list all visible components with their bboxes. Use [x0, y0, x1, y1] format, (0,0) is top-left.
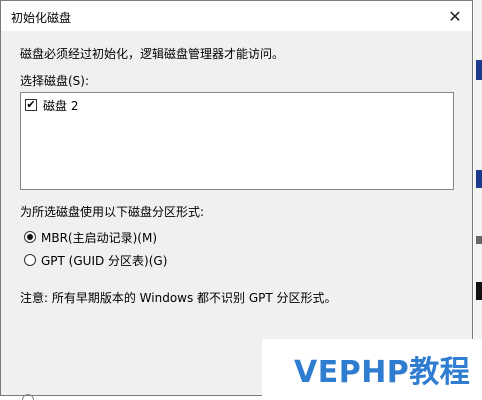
watermark: VEPHP教程 [262, 339, 482, 400]
gpt-option[interactable]: GPT (GUID 分区表)(G) [24, 252, 167, 268]
disk-label: 磁盘 2 [43, 98, 79, 113]
close-icon: ✕ [448, 6, 462, 26]
checkmark-icon: ✔ [26, 98, 36, 111]
background-window-bar [476, 282, 482, 300]
dialog-description: 磁盘必须经过初始化，逻辑磁盘管理器才能访问。 [20, 47, 285, 61]
watermark-text: VEPHP教程 [294, 355, 471, 390]
gpt-radio[interactable] [24, 254, 36, 266]
disk-checkbox[interactable]: ✔ [25, 99, 37, 111]
background-window-bar [476, 60, 482, 80]
gpt-label: GPT (GUID 分区表)(G) [41, 253, 168, 268]
hidden-button-edge [22, 394, 34, 400]
background-window-bar [476, 236, 482, 244]
partition-style-label: 为所选磁盘使用以下磁盘分区形式: [20, 205, 205, 219]
compatibility-note: 注意: 所有早期版本的 Windows 都不识别 GPT 分区形式。 [20, 291, 337, 305]
initialize-disk-dialog: 初始化磁盘 ✕ 磁盘必须经过初始化，逻辑磁盘管理器才能访问。 选择磁盘(S): … [0, 0, 473, 396]
dialog-title: 初始化磁盘 [11, 11, 72, 25]
list-item[interactable]: ✔ 磁盘 2 [25, 97, 78, 113]
background-window-bar [476, 170, 482, 188]
close-button[interactable]: ✕ [438, 1, 472, 31]
select-disk-label: 选择磁盘(S): [20, 74, 90, 88]
mbr-radio[interactable] [24, 231, 36, 243]
mbr-option[interactable]: MBR(主启动记录)(M) [24, 229, 157, 245]
title-bar: 初始化磁盘 ✕ [1, 1, 472, 31]
mbr-label: MBR(主启动记录)(M) [41, 230, 158, 245]
disk-list[interactable]: ✔ 磁盘 2 [20, 92, 454, 190]
